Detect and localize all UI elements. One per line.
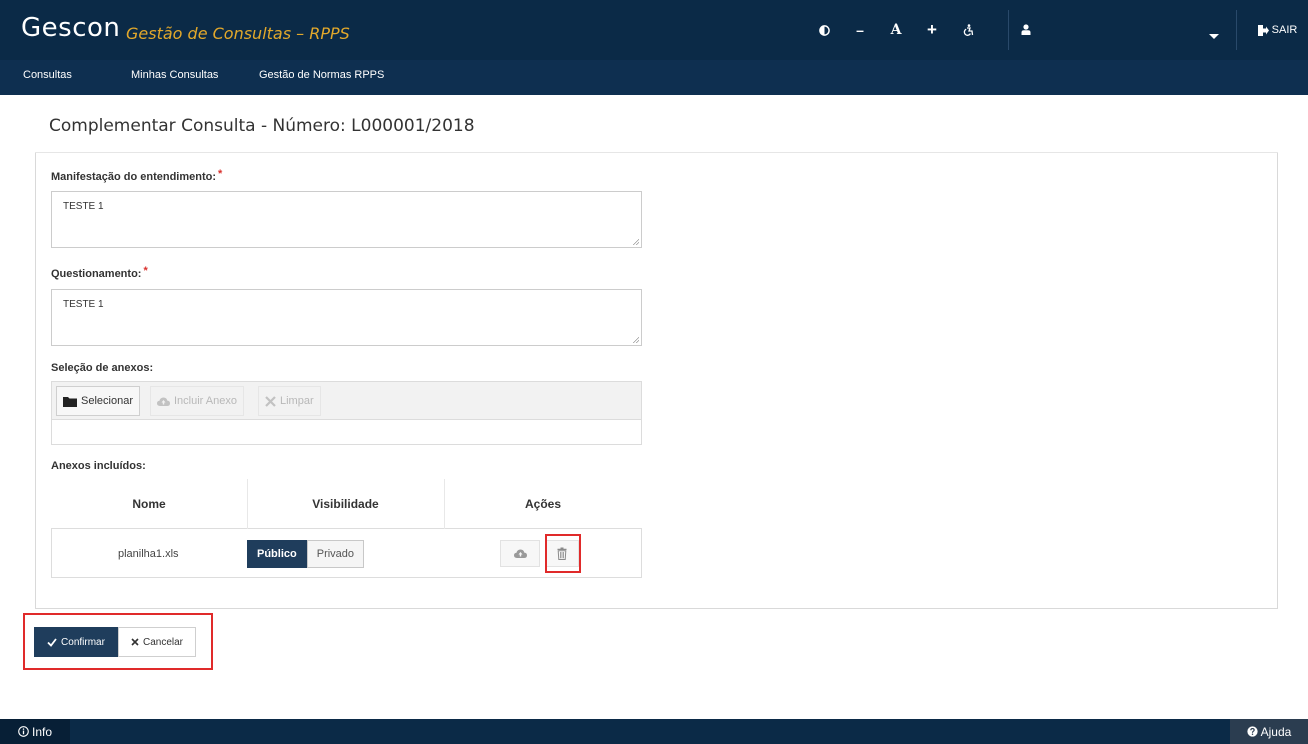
accessibility-button[interactable] xyxy=(950,0,986,60)
clear-files-button[interactable]: Limpar xyxy=(258,386,321,416)
info-label: Info xyxy=(31,724,52,739)
accessibility-icon xyxy=(963,24,974,36)
nav-item-minhas-consultas[interactable]: Minhas Consultas xyxy=(131,69,218,81)
manifestacao-textarea[interactable]: TESTE 1 xyxy=(51,191,642,248)
file-upload: Selecionar Incluir Anexo Limpar xyxy=(51,381,642,445)
header-divider xyxy=(1236,10,1237,50)
contrast-icon xyxy=(818,24,830,36)
user-menu-dropdown[interactable] xyxy=(1009,0,1237,60)
required-mark: * xyxy=(143,265,148,277)
questionamento-label-text: Questionamento: xyxy=(51,268,142,280)
select-file-label: Selecionar xyxy=(81,395,133,407)
download-attachment-button[interactable] xyxy=(500,540,540,567)
footer-bar: Info Ajuda xyxy=(0,719,1308,744)
logout-label: SAIR xyxy=(1271,24,1298,36)
main-nav: Consultas Minhas Consultas Gestão de Nor… xyxy=(0,60,1308,95)
selecao-anexos-label: Seleção de anexos: xyxy=(51,362,154,374)
cloud-download-icon xyxy=(513,549,527,558)
resize-handle[interactable] xyxy=(632,336,639,343)
attachment-name: planilha1.xls xyxy=(118,548,179,560)
chevron-down-icon xyxy=(1209,34,1219,39)
upload-file-label: Incluir Anexo xyxy=(174,395,237,407)
visibility-toggle: Público Privado xyxy=(247,540,365,568)
nav-item-consultas[interactable]: Consultas xyxy=(23,69,72,81)
page-title: Complementar Consulta - Número: L000001/… xyxy=(49,116,475,136)
logout-button[interactable]: SAIR xyxy=(1246,0,1308,60)
accessibility-toolbar: – A + xyxy=(806,0,986,60)
select-file-button[interactable]: Selecionar xyxy=(56,386,140,416)
cloud-upload-icon xyxy=(157,397,170,406)
help-icon xyxy=(1247,726,1258,737)
logout-icon xyxy=(1257,24,1269,36)
questionamento-value: TESTE 1 xyxy=(63,299,104,310)
info-icon xyxy=(18,726,29,737)
column-header-nome: Nome xyxy=(132,497,166,511)
info-button[interactable]: Info xyxy=(0,719,70,744)
font-increase-button[interactable]: + xyxy=(914,0,950,60)
help-label: Ajuda xyxy=(1260,724,1292,739)
clear-files-label: Limpar xyxy=(280,395,314,407)
cancel-button[interactable]: Cancelar xyxy=(118,627,196,657)
confirm-label: Confirmar xyxy=(61,636,105,648)
manifestacao-label: Manifestação do entendimento: * xyxy=(51,168,223,183)
font-decrease-button[interactable]: – xyxy=(842,0,878,60)
table-header: Nome Visibilidade Ações xyxy=(51,479,642,529)
manifestacao-label-text: Manifestação do entendimento: xyxy=(51,171,217,183)
font-normal-button[interactable]: A xyxy=(878,0,914,60)
visibility-private-option[interactable]: Privado xyxy=(306,540,365,568)
file-upload-toolbar: Selecionar Incluir Anexo Limpar xyxy=(52,382,641,420)
required-mark: * xyxy=(218,168,223,180)
app-tagline: Gestão de Consultas – RPPS xyxy=(126,24,350,43)
manifestacao-value: TESTE 1 xyxy=(63,201,104,212)
column-header-visibilidade: Visibilidade xyxy=(312,497,379,511)
user-icon xyxy=(1021,24,1031,35)
close-icon xyxy=(265,395,276,407)
visibility-public-option[interactable]: Público xyxy=(247,540,307,568)
cancel-label: Cancelar xyxy=(142,636,184,648)
confirm-button[interactable]: Confirmar xyxy=(34,627,118,657)
nav-item-gestao-normas[interactable]: Gestão de Normas RPPS xyxy=(259,69,384,81)
check-icon xyxy=(47,637,57,647)
help-button[interactable]: Ajuda xyxy=(1230,719,1308,744)
app-logo[interactable]: Gescon xyxy=(21,13,120,43)
anexos-incluidos-label: Anexos incluídos: xyxy=(51,460,146,472)
questionamento-label: Questionamento: * xyxy=(51,265,148,280)
folder-icon xyxy=(63,396,77,407)
upload-file-button[interactable]: Incluir Anexo xyxy=(150,386,244,416)
top-header: Gescon Gestão de Consultas – RPPS – A + xyxy=(0,0,1308,60)
close-icon xyxy=(131,638,139,646)
column-header-acoes: Ações xyxy=(524,497,562,511)
delete-highlight xyxy=(545,534,581,573)
questionamento-textarea[interactable]: TESTE 1 xyxy=(51,289,642,346)
resize-handle[interactable] xyxy=(632,238,639,245)
contrast-button[interactable] xyxy=(806,0,842,60)
